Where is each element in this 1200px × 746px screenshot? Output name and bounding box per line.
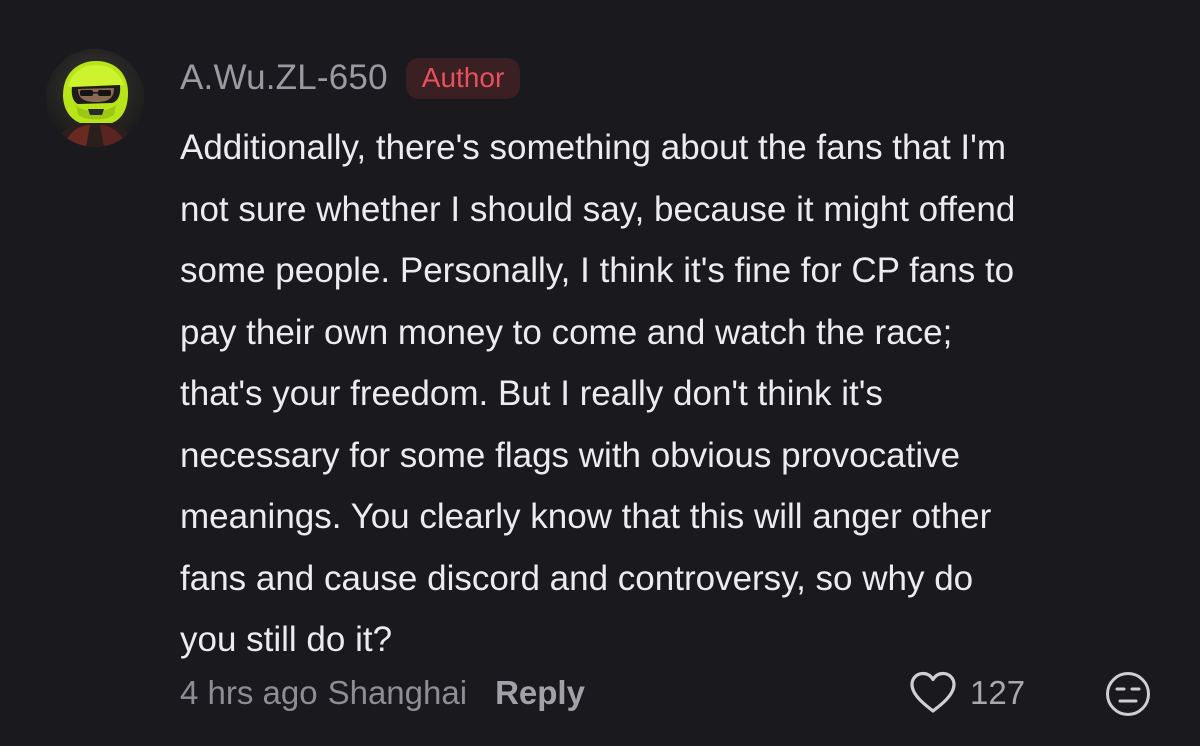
reply-button[interactable]: Reply (495, 674, 585, 712)
comment-footer: 4 hrs ago Shanghai Reply 127 (180, 668, 1160, 718)
emoji-reaction-button[interactable] (1104, 670, 1152, 718)
like-count: 127 (970, 674, 1026, 711)
comment-header: A.Wu.ZL-650 Author (180, 52, 521, 104)
like-button[interactable]: 127 (908, 668, 1025, 718)
comment-timestamp: 4 hrs ago (180, 674, 318, 711)
comment-text: Additionally, there's something about th… (180, 128, 1016, 659)
username[interactable]: A.Wu.ZL-650 (180, 58, 388, 98)
helmet-avatar-icon (46, 49, 144, 147)
comment-item: A.Wu.ZL-650 Author Additionally, there's… (0, 0, 1200, 746)
author-badge: Author (405, 57, 521, 99)
neutral-face-icon (1106, 672, 1150, 716)
user-avatar[interactable] (46, 49, 144, 147)
comment-location: Shanghai (327, 674, 468, 711)
heart-icon (910, 671, 956, 713)
